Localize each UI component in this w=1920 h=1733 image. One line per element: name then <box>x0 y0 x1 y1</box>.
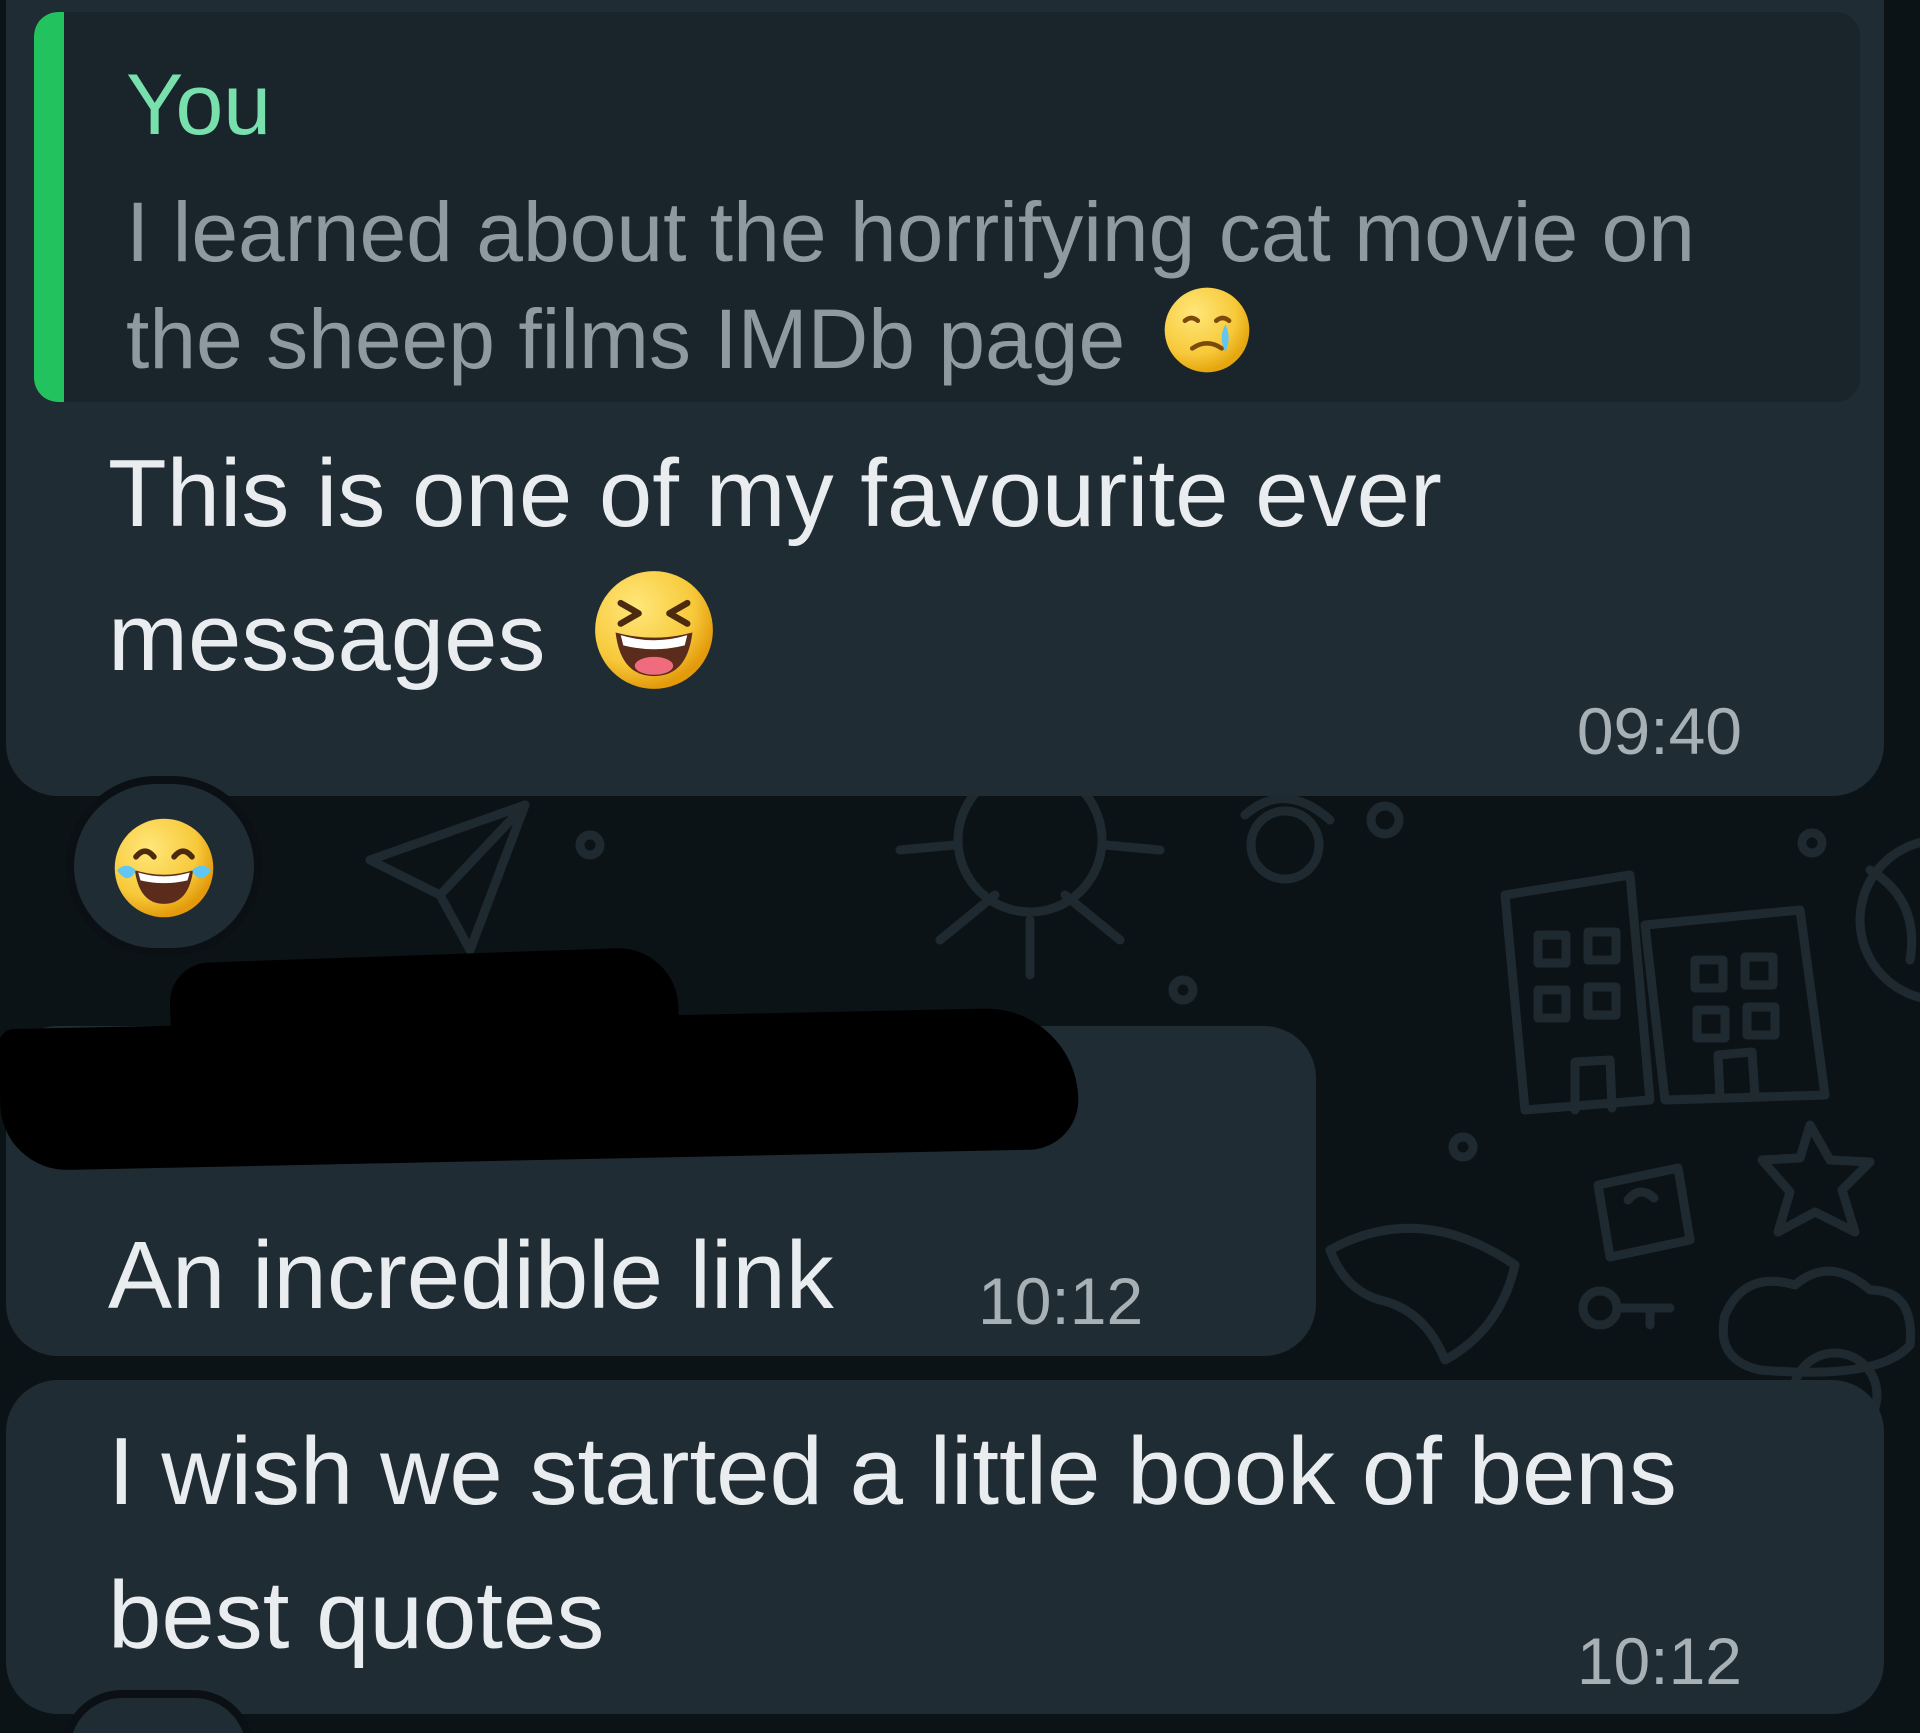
quote-author: You <box>126 57 272 153</box>
croissant-icon <box>1325 1223 1520 1365</box>
laughing-squinting-face-emoji-icon <box>595 571 714 689</box>
key-icon <box>1578 1286 1675 1330</box>
paper-plane-icon <box>365 800 530 955</box>
chat-area[interactable]: You I learned about the horrifying cat m… <box>0 0 1920 1733</box>
message-bubble[interactable]: I wish we started a little book of bens … <box>6 1380 1884 1714</box>
message-time: 09:40 <box>1576 694 1742 768</box>
quote-accent-bar <box>34 12 64 402</box>
crying-face-emoji-icon <box>1164 287 1249 373</box>
reaction-badge[interactable] <box>66 776 262 956</box>
message-text: I wish we started a little book of bens … <box>108 1418 1677 1669</box>
planet-icon <box>1240 794 1404 884</box>
message-bubble[interactable]: You I learned about the horrifying cat m… <box>6 0 1884 796</box>
buildings-icon <box>1500 870 1830 1115</box>
redacted-sender-name-overlap <box>168 946 680 1054</box>
message-text: An incredible link <box>108 1222 834 1329</box>
quote-text: I learned about the horrifying cat movie… <box>126 180 1776 391</box>
quoted-reply[interactable]: You I learned about the horrifying cat m… <box>34 12 1860 402</box>
planet-right-icon <box>1855 837 1920 1003</box>
star-icon <box>1757 1120 1875 1237</box>
message-text-content: This is one of my favourite ever message… <box>108 440 1442 691</box>
message-time: 10:12 <box>1576 1624 1742 1698</box>
message-time: 10:12 <box>978 1264 1144 1338</box>
quote-text-content: I learned about the horrifying cat movie… <box>126 185 1695 386</box>
bag-icon <box>1593 1163 1695 1262</box>
message-text: This is one of my favourite ever message… <box>108 422 1788 710</box>
face-with-tears-of-joy-emoji-icon <box>114 818 214 918</box>
